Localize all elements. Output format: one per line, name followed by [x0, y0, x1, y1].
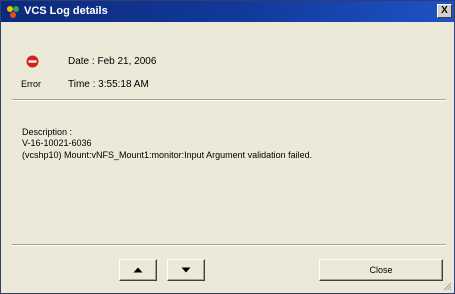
resize-grip-icon[interactable] [442, 281, 452, 291]
divider [12, 244, 446, 246]
time-text: Time : 3:55:18 AM [68, 79, 149, 90]
close-window-button[interactable]: X [437, 4, 452, 18]
previous-button[interactable] [119, 259, 157, 281]
divider [12, 99, 446, 101]
next-button[interactable] [167, 259, 205, 281]
title-bar[interactable]: VCS Log details X [1, 1, 454, 22]
close-button[interactable]: Close [319, 259, 443, 281]
log-details-dialog: VCS Log details X Error Date : Feb 21, 2… [0, 0, 455, 294]
status-label: Error [21, 79, 41, 89]
vcs-app-icon [6, 5, 20, 19]
date-text: Date : Feb 21, 2006 [68, 56, 157, 67]
description-label: Description : [22, 127, 73, 137]
error-message: (vcshp10) Mount:vNFS_Mount1:monitor:Inpu… [22, 150, 313, 160]
error-code: V-16-10021-6036 [22, 138, 92, 148]
error-icon [26, 55, 39, 68]
window-title: VCS Log details [24, 5, 108, 17]
